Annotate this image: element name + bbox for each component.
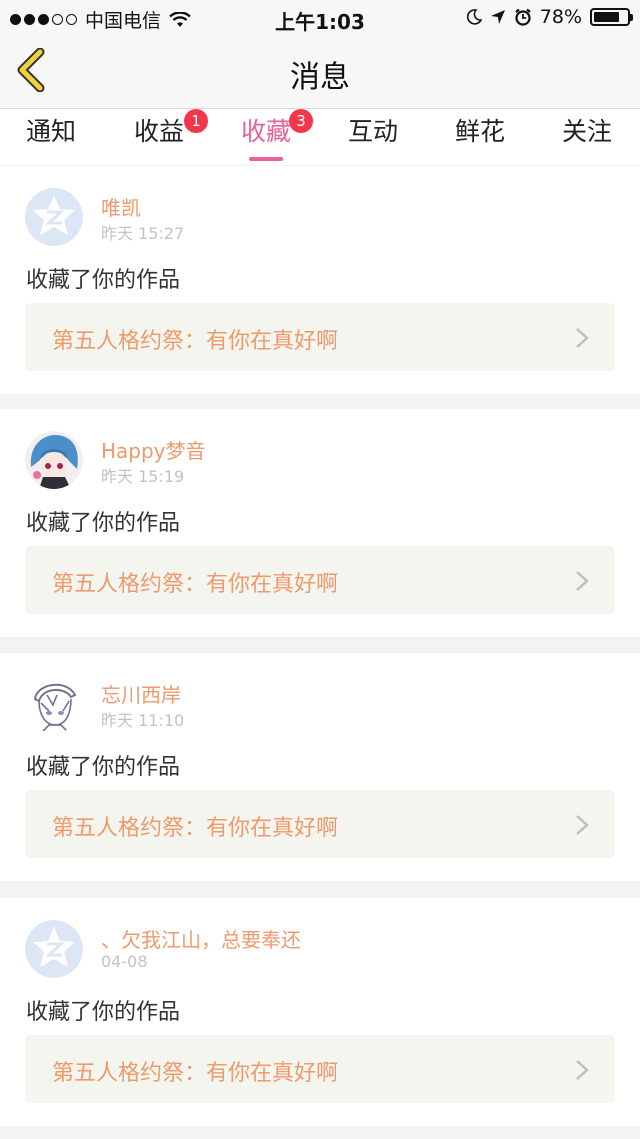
anime-boy-sketch-avatar[interactable] (25, 675, 83, 733)
anime-girl-avatar[interactable] (25, 431, 83, 489)
unread-badge: 1 (184, 109, 208, 133)
location-arrow-icon (490, 10, 505, 24)
action-text: 收藏了你的作品 (26, 1000, 181, 1025)
nav-bar: 消息 (0, 34, 640, 109)
page-title: 消息 (290, 60, 350, 95)
moon-icon (466, 9, 482, 25)
timestamp: 昨天 15:27 (101, 224, 185, 243)
default-avatar-icon[interactable] (25, 188, 83, 246)
work-link[interactable]: 第五人格约祭：有你在真好啊 (25, 1035, 615, 1103)
alarm-icon (515, 8, 531, 26)
action-text: 收藏了你的作品 (26, 755, 181, 780)
battery-percent: 78% (539, 6, 582, 28)
action-text: 收藏了你的作品 (26, 268, 181, 293)
tab-label: 关注 (561, 117, 612, 146)
work-title: 第五人格约祭：有你在真好啊 (52, 329, 339, 354)
timestamp: 04-08 (101, 952, 148, 971)
unread-badge: 3 (289, 109, 313, 133)
status-right: 78% (466, 6, 633, 28)
timestamp: 昨天 11:10 (101, 711, 185, 730)
tab-label: 收藏 (240, 117, 291, 146)
work-title: 第五人格约祭：有你在真好啊 (52, 1061, 339, 1086)
chevron-right-icon (576, 328, 589, 348)
status-bar: 中国电信 上午1:03 78% (0, 0, 640, 34)
tab-earnings[interactable]: 收益 1 (114, 109, 208, 161)
tab-interactions[interactable]: 互动 (328, 117, 418, 161)
tab-bar: 通知 收益 1 收藏 3 互动 鲜花 关注 (0, 109, 640, 165)
work-title: 第五人格约祭：有你在真好啊 (52, 816, 339, 841)
tab-label: 收益 (133, 117, 184, 146)
message-card: Happy梦音 昨天 15:19 收藏了你的作品 第五人格约祭：有你在真好啊 (0, 409, 640, 637)
battery-icon (590, 8, 633, 26)
default-avatar-icon[interactable] (25, 920, 83, 978)
active-tab-indicator (249, 157, 283, 161)
chevron-right-icon (576, 1060, 589, 1080)
message-card: 唯凯 昨天 15:27 收藏了你的作品 第五人格约祭：有你在真好啊 (0, 166, 640, 394)
username[interactable]: Happy梦音 (101, 435, 206, 464)
action-text: 收藏了你的作品 (26, 511, 181, 536)
tab-label: 互动 (347, 117, 398, 146)
chevron-right-icon (576, 571, 589, 591)
tab-follows[interactable]: 关注 (542, 117, 632, 161)
username[interactable]: 忘川西岸 (101, 679, 181, 708)
tab-label: 通知 (25, 117, 76, 146)
work-link[interactable]: 第五人格约祭：有你在真好啊 (25, 546, 615, 614)
tab-favorites[interactable]: 收藏 3 (221, 109, 313, 161)
work-link[interactable]: 第五人格约祭：有你在真好啊 (25, 303, 615, 371)
work-link[interactable]: 第五人格约祭：有你在真好啊 (25, 790, 615, 858)
tab-notifications[interactable]: 通知 (6, 117, 96, 161)
tab-flowers[interactable]: 鲜花 (435, 117, 525, 161)
username[interactable]: 、欠我江山，总要奉还 (101, 924, 301, 953)
work-title: 第五人格约祭：有你在真好啊 (52, 572, 339, 597)
message-card: 、欠我江山，总要奉还 04-08 收藏了你的作品 第五人格约祭：有你在真好啊 (0, 898, 640, 1126)
timestamp: 昨天 15:19 (101, 467, 185, 486)
message-card: 忘川西岸 昨天 11:10 收藏了你的作品 第五人格约祭：有你在真好啊 (0, 653, 640, 881)
chevron-right-icon (576, 815, 589, 835)
username[interactable]: 唯凯 (101, 192, 141, 221)
tab-label: 鲜花 (454, 117, 505, 146)
